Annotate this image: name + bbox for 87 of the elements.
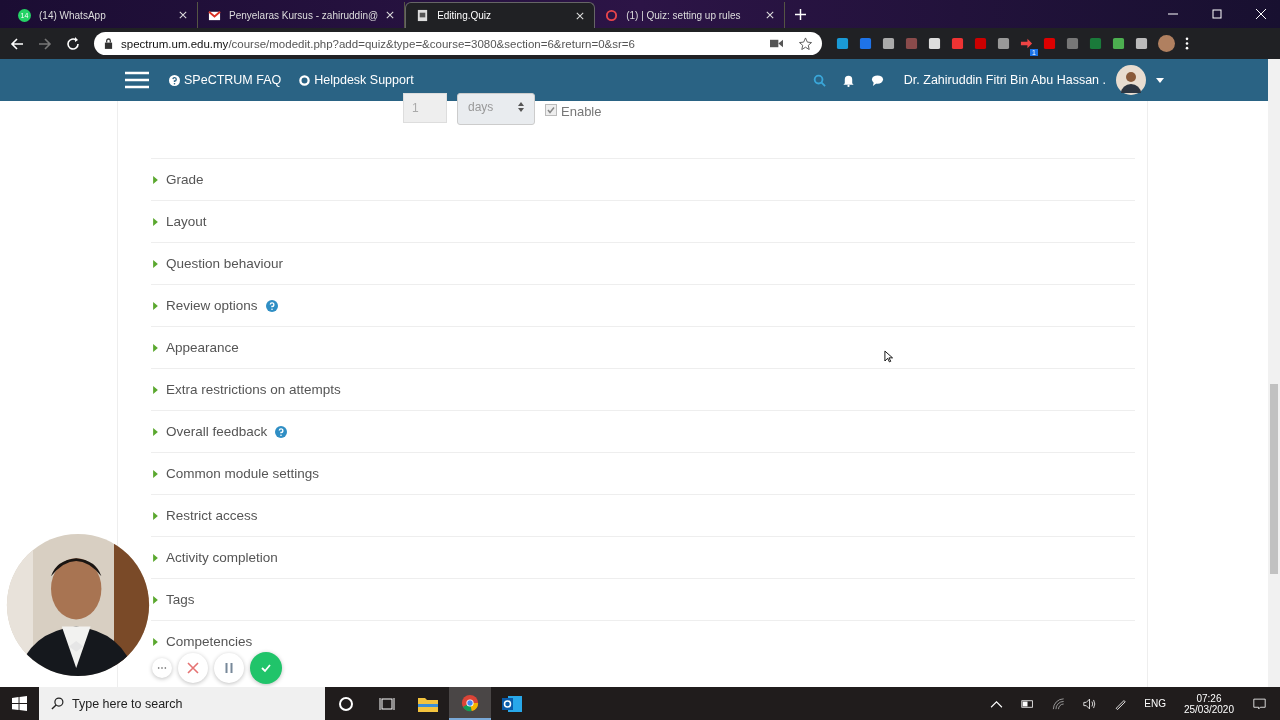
section-toggle[interactable]: Grade <box>153 172 204 187</box>
help-icon[interactable] <box>265 299 278 312</box>
url-text: spectrum.um.edu.my/course/modedit.php?add=quiz&type=&course=3080&section=6&return=0&sr=6 <box>121 37 636 50</box>
mail-icon <box>208 8 221 22</box>
notification-icon[interactable] <box>1253 697 1266 710</box>
close-icon[interactable] <box>766 11 775 19</box>
reload-icon[interactable] <box>66 36 80 51</box>
section-toggle[interactable]: Extra restrictions on attempts <box>153 382 341 397</box>
back-icon[interactable] <box>10 36 24 51</box>
clock-time[interactable]: 07:26 <box>1196 692 1222 704</box>
user-avatar[interactable] <box>1116 65 1146 95</box>
caret-icon <box>153 469 158 478</box>
caret-icon <box>153 343 158 352</box>
wifi-icon[interactable] <box>1052 697 1066 710</box>
search-field[interactable]: Type here to search <box>39 687 325 720</box>
taskbar-app[interactable] <box>449 687 491 720</box>
menu-icon[interactable] <box>1185 37 1189 50</box>
more-icon <box>157 666 167 670</box>
ring-icon <box>605 8 619 22</box>
caret-icon <box>153 595 158 604</box>
caret-icon <box>153 553 158 562</box>
task-view-icon[interactable] <box>379 695 395 712</box>
address-bar[interactable]: spectrum.um.edu.my/course/modedit.php?add=quiz&type=&course=3080&section=6&return=0&sr=6 <box>94 32 822 55</box>
help-icon[interactable] <box>275 425 288 438</box>
extension-icon[interactable] <box>882 37 895 50</box>
language-indicator[interactable]: ENG <box>1144 698 1166 709</box>
section-toggle[interactable]: Restrict access <box>153 508 258 523</box>
menu-icon[interactable] <box>125 71 149 89</box>
close-icon[interactable] <box>179 11 187 19</box>
enable-checkbox[interactable] <box>545 104 557 116</box>
caret-icon[interactable] <box>1156 77 1164 83</box>
extension-icon[interactable] <box>836 37 849 50</box>
section-toggle[interactable]: Appearance <box>153 340 239 355</box>
section-toggle[interactable]: Layout <box>153 214 207 229</box>
mouse-cursor <box>884 350 893 363</box>
camera-icon[interactable] <box>770 37 783 50</box>
lifebuoy-icon <box>299 74 311 86</box>
clock-date[interactable]: 25/03/2020 <box>1183 703 1234 715</box>
document-icon <box>416 9 430 22</box>
caret-icon <box>153 301 158 310</box>
browser-tab[interactable]: Editing.Quiz <box>405 2 596 28</box>
cortana-icon[interactable] <box>338 695 354 712</box>
nav-link[interactable]: Helpdesk Support <box>299 73 414 87</box>
pause-icon <box>223 662 235 674</box>
cancel-button[interactable] <box>178 653 208 683</box>
speaker-icon[interactable] <box>1083 697 1097 710</box>
section-toggle[interactable]: Review options <box>153 298 258 313</box>
section-toggle[interactable]: Question behaviour <box>153 256 284 271</box>
bell-icon[interactable] <box>841 73 855 87</box>
outlook-icon <box>502 694 522 713</box>
extension-icon[interactable] <box>1135 37 1148 50</box>
forward-icon[interactable] <box>38 36 52 51</box>
caret-icon <box>153 385 158 394</box>
battery-icon[interactable] <box>1021 697 1035 710</box>
user-name[interactable]: Dr. Zahiruddin Fitri Bin Abu Hassan . <box>903 73 1106 87</box>
chat-icon[interactable] <box>870 73 884 87</box>
caret-icon <box>153 637 158 646</box>
chrome-icon <box>460 693 480 712</box>
extension-icon[interactable] <box>997 37 1010 50</box>
maximize-icon[interactable] <box>1212 9 1222 19</box>
pause-button[interactable] <box>214 653 244 683</box>
section-toggle[interactable]: Tags <box>153 592 195 607</box>
question-icon <box>169 74 180 86</box>
pen-icon[interactable] <box>1114 697 1128 710</box>
section-toggle[interactable]: Activity completion <box>153 550 278 565</box>
extension-icon[interactable] <box>928 37 941 50</box>
star-icon[interactable] <box>799 37 812 50</box>
caret-icon <box>153 259 158 268</box>
lock-icon <box>104 38 113 49</box>
close-icon[interactable] <box>576 11 585 20</box>
close-icon <box>187 662 199 674</box>
nav-link[interactable]: SPeCTRUM FAQ <box>169 73 282 87</box>
caret-icon <box>518 102 524 112</box>
caret-icon <box>153 175 158 184</box>
section-toggle[interactable]: Common module settings <box>153 466 320 481</box>
new-tab-icon[interactable] <box>795 9 807 20</box>
caret-icon <box>153 427 158 436</box>
section-toggle[interactable]: Competencies <box>153 634 253 649</box>
check-icon <box>260 662 272 674</box>
section-toggle[interactable]: Overall feedback <box>153 424 268 439</box>
caret-icon <box>153 511 158 520</box>
caret-icon <box>153 217 158 226</box>
close-icon[interactable] <box>386 11 395 19</box>
profile-avatar[interactable] <box>1158 35 1175 52</box>
extension-icon[interactable] <box>1112 37 1125 50</box>
windows-icon[interactable] <box>12 696 27 711</box>
checkbox-label: Enable <box>561 104 602 119</box>
